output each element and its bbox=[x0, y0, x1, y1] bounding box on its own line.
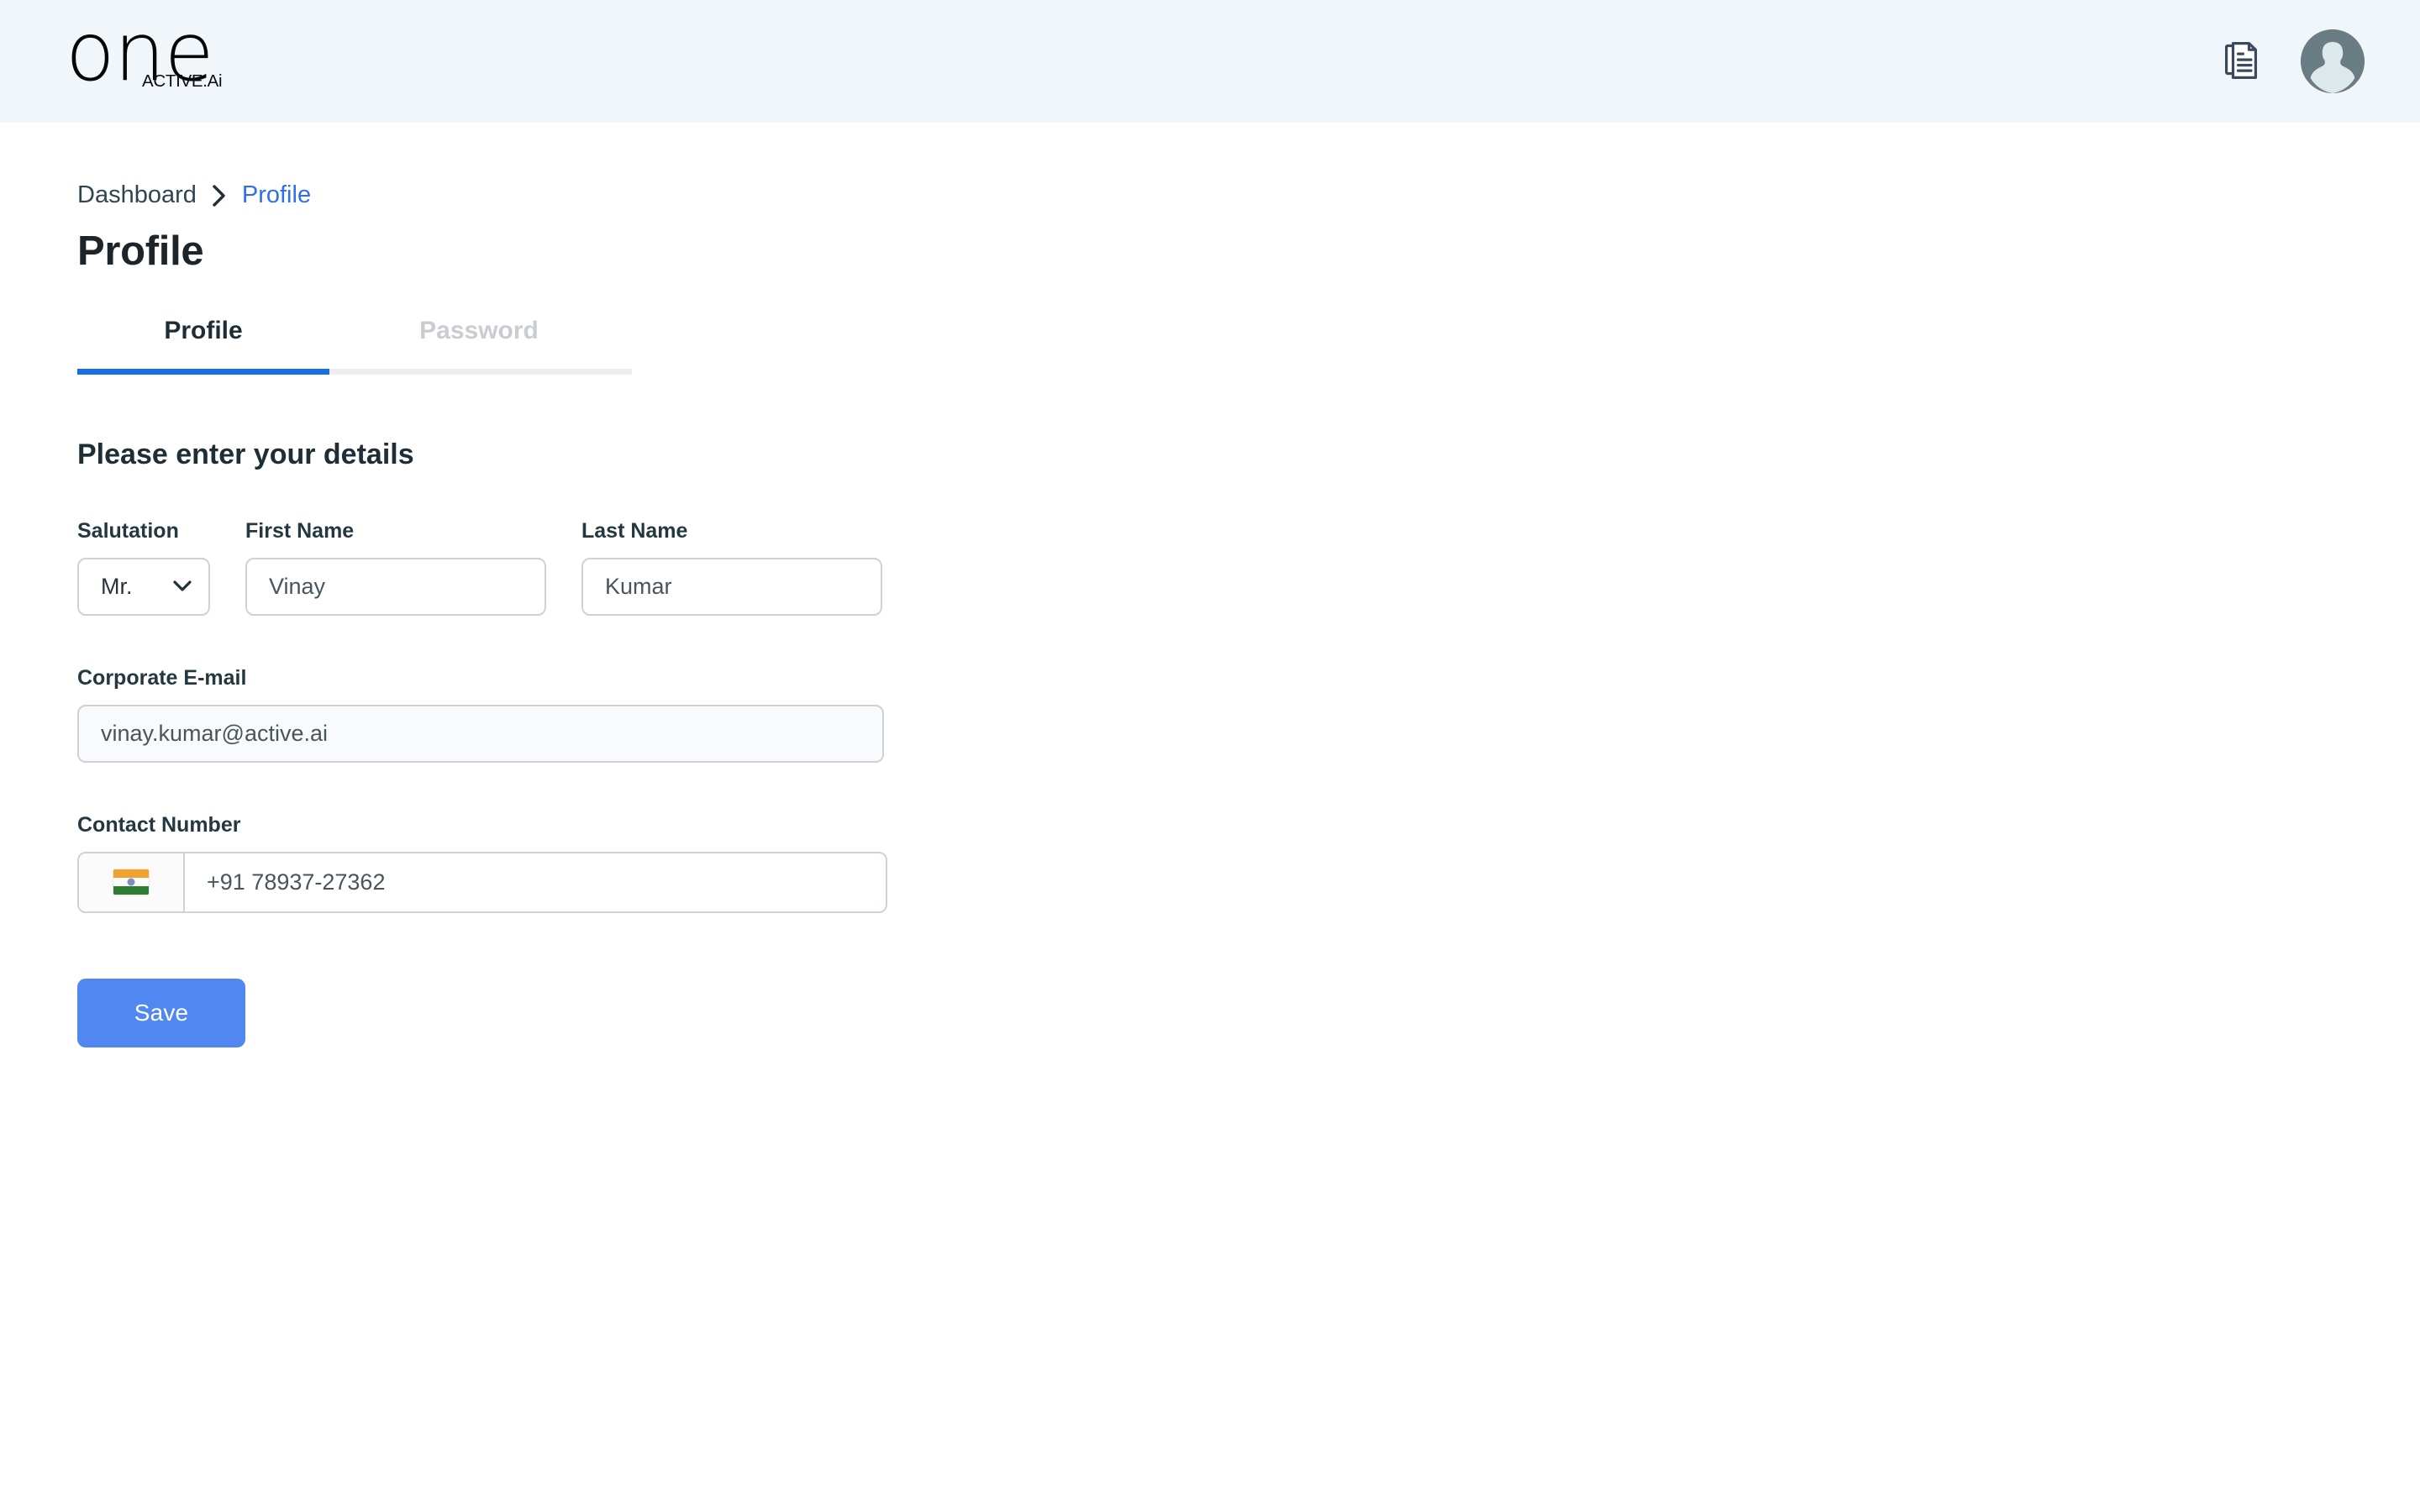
first-name-label: First Name bbox=[245, 518, 355, 543]
header-actions bbox=[2223, 29, 2365, 93]
tab-underline-active bbox=[77, 368, 329, 375]
avatar[interactable] bbox=[2301, 29, 2365, 93]
breadcrumb: Dashboard Profile bbox=[77, 183, 2420, 207]
tab-underline-track bbox=[77, 368, 632, 375]
tab-password[interactable]: Password bbox=[329, 312, 629, 369]
corporate-email-field: Corporate E-mail bbox=[77, 665, 2420, 763]
contact-number-input[interactable] bbox=[185, 853, 886, 911]
first-name-field: First Name bbox=[245, 518, 546, 616]
page-content: Dashboard Profile Profile Profile Passwo… bbox=[0, 183, 2420, 1047]
salutation-label: Salutation bbox=[77, 518, 179, 543]
corporate-email-input[interactable] bbox=[77, 704, 884, 763]
name-field-row: Salutation Mr. First Name Last Name bbox=[77, 518, 2420, 616]
last-name-field: Last Name bbox=[581, 518, 882, 616]
last-name-input[interactable] bbox=[581, 557, 882, 616]
last-name-label: Last Name bbox=[581, 518, 688, 543]
breadcrumb-item-dashboard[interactable]: Dashboard bbox=[77, 183, 197, 207]
salutation-select-wrap: Mr. bbox=[77, 557, 210, 616]
user-avatar-icon bbox=[2301, 29, 2365, 93]
india-flag-icon bbox=[113, 869, 149, 895]
documents-icon-button[interactable] bbox=[2223, 41, 2259, 81]
tab-profile[interactable]: Profile bbox=[77, 312, 329, 369]
salutation-select[interactable]: Mr. bbox=[77, 557, 210, 616]
profile-form: Salutation Mr. First Name Last Name bbox=[77, 518, 2420, 1047]
brand-logo[interactable]: one ACTIVE.Ai bbox=[66, 12, 225, 97]
tab-bar: Profile Password bbox=[77, 312, 632, 375]
tab-row: Profile Password bbox=[77, 312, 632, 369]
page-title: Profile bbox=[77, 228, 204, 274]
first-name-input[interactable] bbox=[245, 557, 546, 616]
country-flag-selector[interactable] bbox=[79, 853, 185, 911]
save-button[interactable]: Save bbox=[77, 978, 245, 1047]
documents-icon bbox=[2225, 41, 2257, 81]
chevron-right-icon bbox=[212, 184, 227, 207]
corporate-email-label: Corporate E-mail bbox=[77, 665, 247, 690]
brand-logo-subtitle: ACTIVE.Ai bbox=[142, 71, 223, 91]
breadcrumb-item-profile[interactable]: Profile bbox=[242, 183, 311, 207]
contact-number-group bbox=[77, 851, 887, 913]
contact-number-field: Contact Number bbox=[77, 812, 2420, 913]
app-header: one ACTIVE.Ai bbox=[0, 0, 2420, 123]
form-heading: Please enter your details bbox=[77, 438, 414, 470]
contact-number-label: Contact Number bbox=[77, 812, 241, 837]
salutation-field: Salutation Mr. bbox=[77, 518, 210, 616]
